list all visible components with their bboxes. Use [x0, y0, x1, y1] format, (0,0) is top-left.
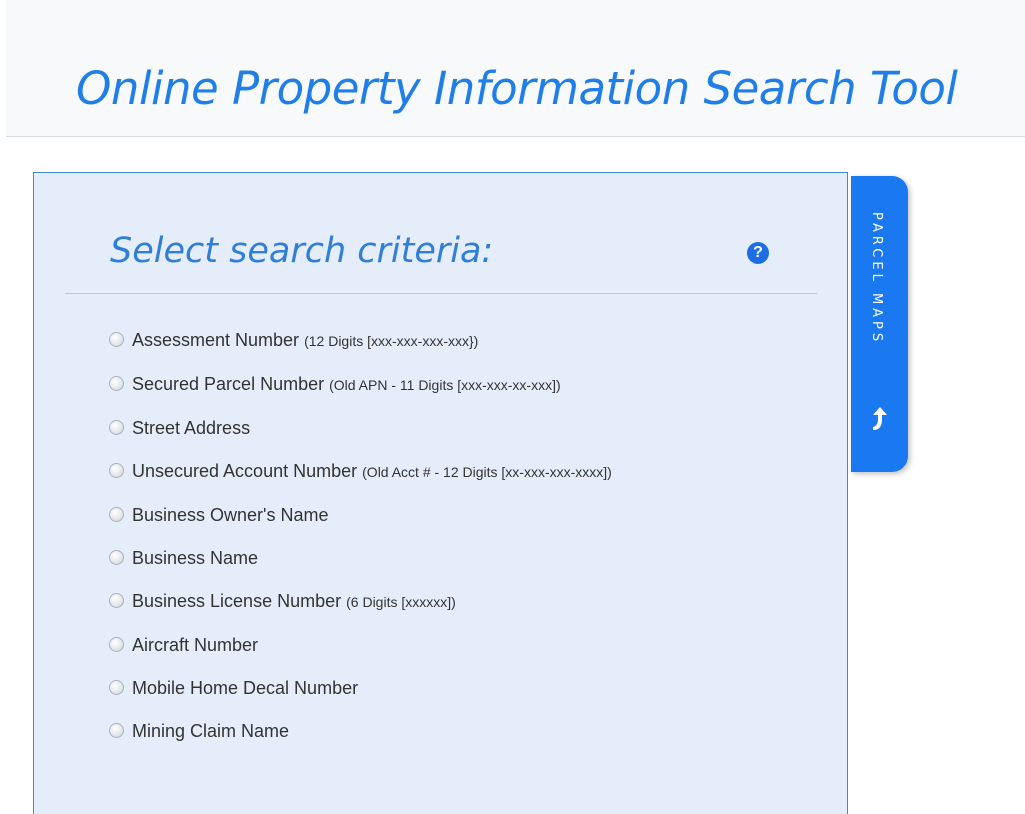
radio-button[interactable] — [109, 463, 124, 478]
divider — [65, 293, 817, 294]
radio-button[interactable] — [109, 332, 124, 347]
arrow-up-turn-icon — [873, 407, 887, 430]
option-business-name[interactable]: Business Name — [109, 537, 799, 580]
option-hint: (6 Digits [xxxxxx]) — [346, 594, 456, 610]
panel-title: Select search criteria: — [110, 231, 494, 271]
radio-button[interactable] — [109, 593, 124, 608]
radio-button[interactable] — [109, 680, 124, 695]
option-business-owners-name[interactable]: Business Owner's Name — [109, 494, 799, 537]
page-header: Online Property Information Search Tool — [6, 0, 1025, 137]
radio-button[interactable] — [109, 507, 124, 522]
radio-button[interactable] — [109, 637, 124, 652]
option-secured-parcel-number[interactable]: Secured Parcel Number (Old APN - 11 Digi… — [109, 363, 799, 407]
option-label: Street Address — [132, 418, 251, 438]
option-street-address[interactable]: Street Address — [109, 407, 799, 450]
radio-button[interactable] — [109, 550, 124, 565]
search-options-list: Assessment Number (12 Digits [xxx-xxx-xx… — [109, 319, 799, 753]
option-aircraft-number[interactable]: Aircraft Number — [109, 624, 799, 667]
option-mining-claim-name[interactable]: Mining Claim Name — [109, 710, 799, 753]
option-hint: (Old APN - 11 Digits [xxx-xxx-xx-xxx]) — [329, 377, 561, 393]
option-hint: (Old Acct # - 12 Digits [xx-xxx-xxx-xxxx… — [362, 464, 612, 480]
option-label: Business Owner's Name — [132, 505, 329, 525]
option-label: Unsecured Account Number — [132, 461, 358, 481]
radio-button[interactable] — [109, 420, 124, 435]
option-label: Business License Number — [132, 591, 342, 611]
option-label: Mining Claim Name — [132, 721, 290, 741]
option-mobile-home-decal-number[interactable]: Mobile Home Decal Number — [109, 667, 799, 710]
option-business-license-number[interactable]: Business License Number (6 Digits [xxxxx… — [109, 580, 799, 624]
option-label: Mobile Home Decal Number — [132, 678, 359, 698]
search-criteria-panel: Select search criteria: ? Assessment Num… — [33, 172, 848, 814]
parcel-maps-tab[interactable]: PARCEL MAPS — [851, 176, 908, 472]
parcel-maps-label: PARCEL MAPS — [869, 212, 884, 346]
option-assessment-number[interactable]: Assessment Number (12 Digits [xxx-xxx-xx… — [109, 319, 799, 363]
option-label: Business Name — [132, 548, 259, 568]
option-label: Aircraft Number — [132, 635, 259, 655]
question-circle-icon[interactable]: ? — [747, 242, 769, 264]
option-label: Secured Parcel Number — [132, 374, 325, 394]
option-label: Assessment Number — [132, 330, 300, 350]
radio-button[interactable] — [109, 376, 124, 391]
page-title: Online Property Information Search Tool — [76, 62, 958, 115]
option-unsecured-account-number[interactable]: Unsecured Account Number (Old Acct # - 1… — [109, 450, 799, 494]
option-hint: (12 Digits [xxx-xxx-xxx-xxx}) — [304, 333, 479, 349]
radio-button[interactable] — [109, 723, 124, 738]
